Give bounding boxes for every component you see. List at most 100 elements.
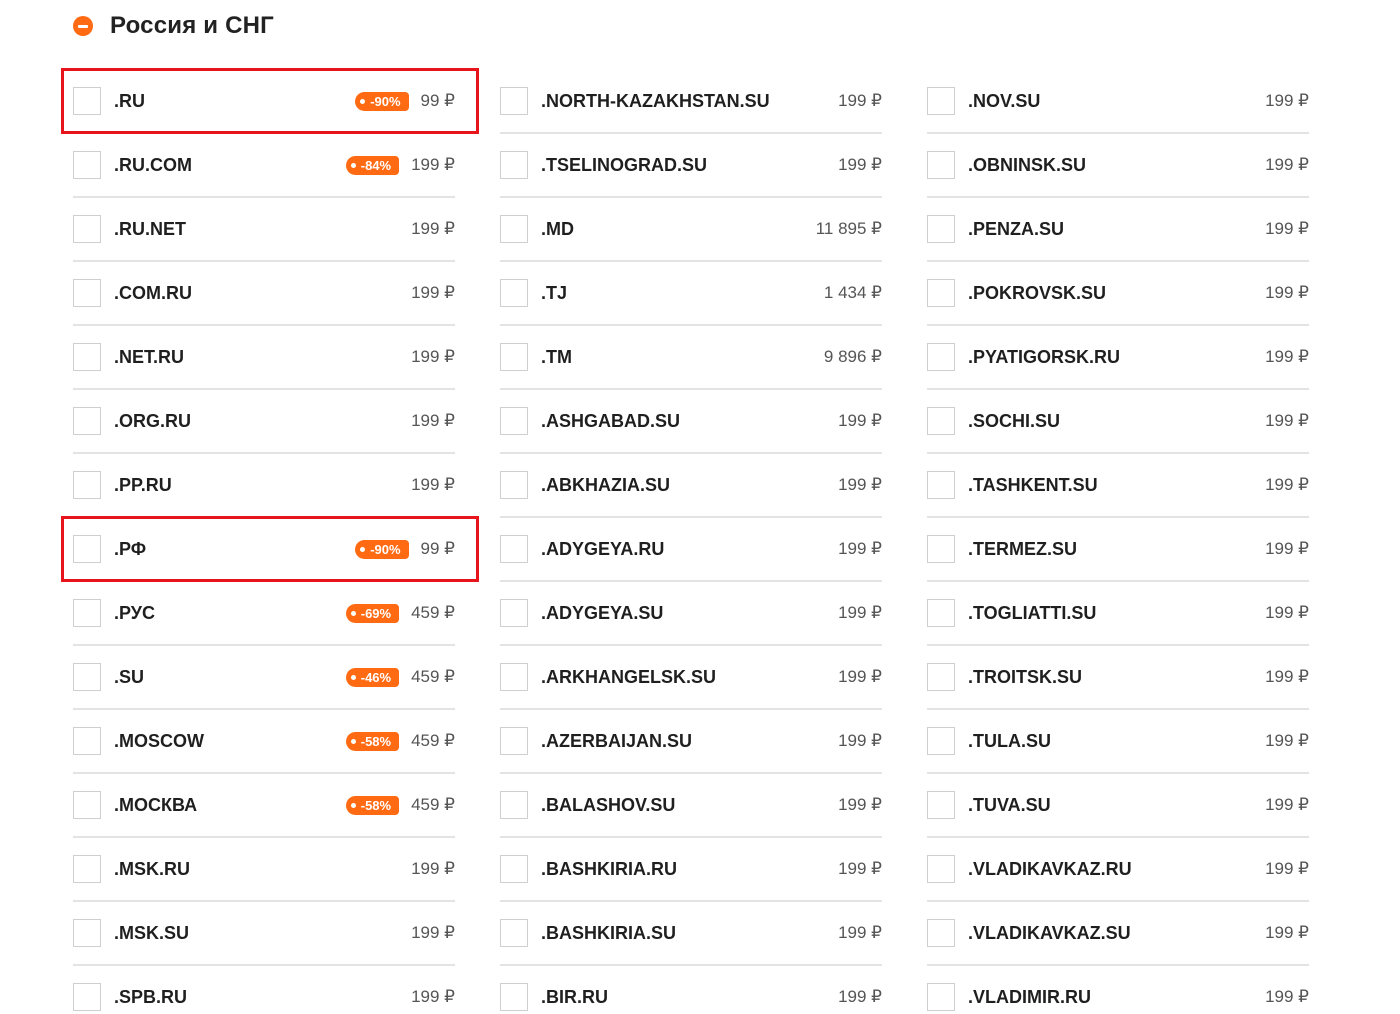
domain-row[interactable]: .TULA.SU 199 ₽	[927, 710, 1309, 774]
domain-name: .TULA.SU	[968, 730, 1051, 751]
domain-checkbox[interactable]	[500, 151, 528, 179]
domain-checkbox[interactable]	[73, 151, 101, 179]
domain-checkbox[interactable]	[927, 727, 955, 755]
domain-price: 9 896 ₽	[823, 347, 882, 366]
domain-checkbox[interactable]	[500, 727, 528, 755]
domain-name: .SU	[114, 666, 145, 687]
domain-row[interactable]: .TM 9 896 ₽	[500, 326, 882, 390]
domain-row[interactable]: .TUVA.SU 199 ₽	[927, 774, 1309, 838]
domain-row[interactable]: .PP.RU 199 ₽	[73, 454, 455, 518]
domain-row[interactable]: .VLADIMIR.RU 199 ₽	[927, 966, 1309, 1014]
domain-checkbox[interactable]	[73, 535, 101, 563]
domain-row[interactable]: .POKROVSK.SU 199 ₽	[927, 262, 1309, 326]
domain-row[interactable]: .NOV.SU 199 ₽	[927, 70, 1309, 134]
domain-checkbox[interactable]	[927, 599, 955, 627]
domain-row[interactable]: .RU -90% 99 ₽	[73, 70, 455, 134]
domain-row[interactable]: .NORTH-KAZAKHSTAN.SU 199 ₽	[500, 70, 882, 134]
domain-row[interactable]: .VLADIKAVKAZ.RU 199 ₽	[927, 838, 1309, 902]
domain-row[interactable]: .VLADIKAVKAZ.SU 199 ₽	[927, 902, 1309, 966]
domain-checkbox[interactable]	[73, 471, 101, 499]
domain-row[interactable]: .РФ -90% 99 ₽	[73, 518, 455, 582]
domain-checkbox[interactable]	[927, 663, 955, 691]
domain-row[interactable]: .SPB.RU 199 ₽	[73, 966, 455, 1014]
domain-checkbox[interactable]	[927, 343, 955, 371]
domain-checkbox[interactable]	[500, 919, 528, 947]
domain-row[interactable]: .MSK.RU 199 ₽	[73, 838, 455, 902]
domain-checkbox[interactable]	[927, 87, 955, 115]
domain-checkbox[interactable]	[500, 663, 528, 691]
domain-row[interactable]: .ABKHAZIA.SU 199 ₽	[500, 454, 882, 518]
domain-checkbox[interactable]	[500, 983, 528, 1011]
domain-checkbox[interactable]	[73, 343, 101, 371]
domain-checkbox[interactable]	[73, 855, 101, 883]
domain-row[interactable]: .MOSCOW -58% 459 ₽	[73, 710, 455, 774]
domain-row[interactable]: .МОСКВА -58% 459 ₽	[73, 774, 455, 838]
domain-checkbox[interactable]	[927, 535, 955, 563]
domain-checkbox[interactable]	[500, 215, 528, 243]
domain-checkbox[interactable]	[927, 279, 955, 307]
domain-row[interactable]: .MSK.SU 199 ₽	[73, 902, 455, 966]
domain-row[interactable]: .COM.RU 199 ₽	[73, 262, 455, 326]
domain-checkbox[interactable]	[500, 87, 528, 115]
domain-checkbox[interactable]	[73, 279, 101, 307]
domain-checkbox[interactable]	[927, 471, 955, 499]
domain-row[interactable]: .SU -46% 459 ₽	[73, 646, 455, 710]
domain-row[interactable]: .AZERBAIJAN.SU 199 ₽	[500, 710, 882, 774]
domain-row[interactable]: .ORG.RU 199 ₽	[73, 390, 455, 454]
domain-checkbox[interactable]	[927, 215, 955, 243]
domain-checkbox[interactable]	[73, 407, 101, 435]
domain-checkbox[interactable]	[73, 919, 101, 947]
domain-checkbox[interactable]	[73, 215, 101, 243]
domain-checkbox[interactable]	[73, 983, 101, 1011]
domain-checkbox[interactable]	[500, 407, 528, 435]
domain-price: 199 ₽	[838, 475, 882, 494]
domain-zone-columns: .RU -90% 99 ₽ .RU.COM -84% 199 ₽ .RU.NET 199 ₽.…	[73, 70, 1309, 1014]
domain-row[interactable]: .PYATIGORSK.RU 199 ₽	[927, 326, 1309, 390]
domain-name: .NET.RU	[114, 346, 185, 367]
domain-row[interactable]: .TROITSK.SU 199 ₽	[927, 646, 1309, 710]
domain-row[interactable]: .ADYGEYA.RU 199 ₽	[500, 518, 882, 582]
domain-row[interactable]: .MD 11 895 ₽	[500, 198, 882, 262]
domain-row[interactable]: .РУС -69% 459 ₽	[73, 582, 455, 646]
domain-row[interactable]: .ASHGABAD.SU 199 ₽	[500, 390, 882, 454]
domain-row[interactable]: .SOCHI.SU 199 ₽	[927, 390, 1309, 454]
domain-checkbox[interactable]	[927, 855, 955, 883]
domain-row[interactable]: .TASHKENT.SU 199 ₽	[927, 454, 1309, 518]
domain-row[interactable]: .BASHKIRIA.SU 199 ₽	[500, 902, 882, 966]
domain-checkbox[interactable]	[500, 855, 528, 883]
domain-checkbox[interactable]	[500, 343, 528, 371]
domain-row[interactable]: .ARKHANGELSK.SU 199 ₽	[500, 646, 882, 710]
domain-row[interactable]: .BALASHOV.SU 199 ₽	[500, 774, 882, 838]
domain-row[interactable]: .TOGLIATTI.SU 199 ₽	[927, 582, 1309, 646]
domain-row[interactable]: .BIR.RU 199 ₽	[500, 966, 882, 1014]
domain-checkbox[interactable]	[500, 535, 528, 563]
domain-checkbox[interactable]	[927, 407, 955, 435]
domain-price: 199 ₽	[838, 411, 882, 430]
domain-row[interactable]: .TSELINOGRAD.SU 199 ₽	[500, 134, 882, 198]
domain-checkbox[interactable]	[73, 87, 101, 115]
domain-row[interactable]: .ADYGEYA.SU 199 ₽	[500, 582, 882, 646]
domain-checkbox[interactable]	[73, 727, 101, 755]
domain-checkbox[interactable]	[73, 599, 101, 627]
domain-checkbox[interactable]	[73, 663, 101, 691]
domain-checkbox[interactable]	[500, 599, 528, 627]
domain-checkbox[interactable]	[927, 983, 955, 1011]
domain-row[interactable]: .BASHKIRIA.RU 199 ₽	[500, 838, 882, 902]
domain-row[interactable]: .TERMEZ.SU 199 ₽	[927, 518, 1309, 582]
domain-checkbox[interactable]	[500, 791, 528, 819]
domain-checkbox[interactable]	[73, 791, 101, 819]
domain-row[interactable]: .NET.RU 199 ₽	[73, 326, 455, 390]
domain-row[interactable]: .OBNINSK.SU 199 ₽	[927, 134, 1309, 198]
domain-row[interactable]: .PENZA.SU 199 ₽	[927, 198, 1309, 262]
domain-checkbox[interactable]	[500, 279, 528, 307]
domain-checkbox[interactable]	[927, 151, 955, 179]
domain-price: 99 ₽	[420, 91, 455, 110]
domain-checkbox[interactable]	[927, 919, 955, 947]
domain-row[interactable]: .RU.NET 199 ₽	[73, 198, 455, 262]
domain-row[interactable]: .TJ 1 434 ₽	[500, 262, 882, 326]
domain-row[interactable]: .RU.COM -84% 199 ₽	[73, 134, 455, 198]
domain-checkbox[interactable]	[500, 471, 528, 499]
collapse-minus-icon[interactable]	[73, 16, 93, 36]
domain-name: .TERMEZ.SU	[968, 538, 1078, 559]
domain-checkbox[interactable]	[927, 791, 955, 819]
